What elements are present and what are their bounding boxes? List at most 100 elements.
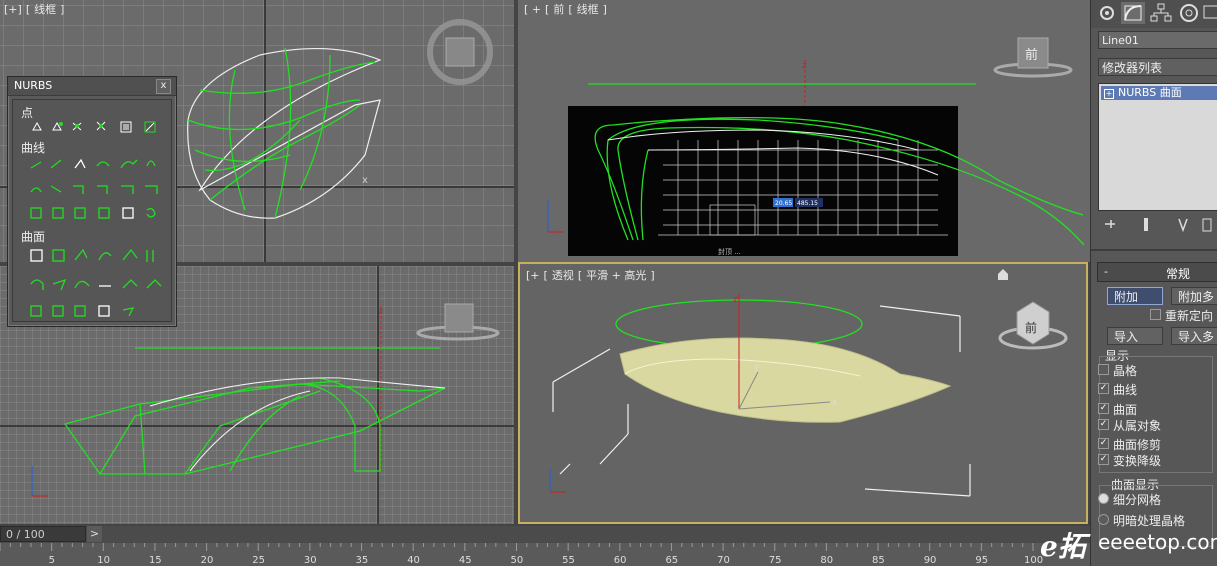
attach-button[interactable]: 附加 [1107, 287, 1163, 305]
vector-projected-icon [52, 207, 64, 219]
u-iso-curve-icon [121, 185, 134, 194]
checkbox-surfaces[interactable]: ✓ 曲面 [1098, 401, 1137, 418]
timeline-tick-label: 70 [717, 555, 730, 566]
multicurve-trim-icon [98, 305, 110, 317]
command-panel: Line01 修改器列表 + NURBS 曲面 - 常规 附加 附加多 重新定向 … [1090, 0, 1217, 566]
transform-surface-icon [74, 248, 88, 261]
multisided-blend-icon [74, 305, 86, 317]
cv-curve-icon [30, 161, 42, 169]
persp-axis-z: z [733, 295, 738, 305]
transform-curve-icon [96, 161, 110, 167]
pin-stack-icon[interactable] [1105, 220, 1115, 228]
point-icon[interactable] [32, 121, 42, 131]
next-frame-button[interactable]: > [87, 526, 102, 542]
ref-tag-b-text: 485.15 [797, 200, 818, 207]
viewport-perspective-label[interactable]: [+[透视[平滑 + 高光] [526, 267, 659, 283]
checkbox-curves[interactable]: ✓ 曲线 [1098, 381, 1137, 398]
close-button[interactable]: x [156, 79, 171, 94]
viewport-front[interactable]: z 20.65 485.15 封顶 ... 前 [+ [前 [线框] [518, 0, 1090, 262]
viewcube-front-label: 前 [1025, 47, 1038, 63]
fit-curve-icon [74, 158, 86, 169]
extrude-surface-icon [30, 279, 44, 290]
viewport-top-label[interactable]: [+][线框] [4, 1, 68, 17]
viewport-front-label[interactable]: [ +[前[线框] [524, 1, 611, 17]
vp-menu-bracket: [ [25, 3, 31, 16]
normal-projected-icon [30, 207, 42, 219]
rollout-general-header[interactable]: - 常规 [1097, 262, 1217, 282]
timeline-tick-label: 95 [975, 555, 988, 566]
vp-menu-bracket: [ [545, 3, 550, 16]
display-tab-icon[interactable] [1201, 2, 1217, 24]
mirror-surface-icon [146, 250, 154, 262]
modifier-list-dropdown[interactable]: 修改器列表 [1098, 58, 1217, 76]
vp-menu-plus[interactable]: [+ [526, 269, 540, 282]
surf-curve-point-icon[interactable] [144, 121, 156, 133]
vp-shading-label[interactable]: 线框 [577, 3, 599, 16]
front-axis-z: z [802, 61, 807, 71]
surf-point-icon[interactable] [120, 121, 132, 133]
checkbox-box [1098, 364, 1109, 375]
viewcube-front[interactable]: 前 [993, 37, 1073, 78]
motion-tab-icon[interactable] [1177, 2, 1201, 24]
expand-icon[interactable]: + [1104, 89, 1114, 99]
reorient-checkbox[interactable]: 重新定向 [1150, 307, 1213, 324]
make-unique-icon[interactable] [1178, 218, 1188, 233]
cv-on-surf-icon [74, 207, 86, 219]
surf-offset-curve-icon [122, 207, 134, 219]
hierarchy-tab-icon[interactable] [1149, 2, 1173, 24]
radio-tessellated-mesh[interactable]: 细分网格 [1098, 491, 1161, 508]
stack-item-label: NURBS 曲面 [1118, 86, 1182, 99]
time-slider[interactable]: 0 / 100 [0, 526, 86, 542]
vp-view-label[interactable]: 前 [553, 3, 564, 16]
nurbs-toolbox[interactable]: NURBS x 点 曲线 曲面 [7, 76, 177, 327]
home-icon[interactable] [998, 269, 1008, 280]
stack-item-nurbs-surface[interactable]: + NURBS 曲面 [1101, 86, 1217, 100]
vp-menu-bracket: [ [543, 269, 548, 282]
show-end-result-icon[interactable] [1144, 218, 1148, 231]
checkbox-dependents[interactable]: ✓ 从属对象 [1098, 417, 1161, 434]
uv-loft-surface-icon [146, 279, 162, 289]
blend-curve-icon [120, 159, 138, 169]
checkmark-icon: ✓ [1098, 454, 1109, 465]
curve-point-icon[interactable] [72, 122, 82, 131]
vp-shading-label[interactable]: 平滑 + 高光 [586, 269, 646, 282]
vp-menu-plus[interactable]: [ + [524, 3, 541, 16]
nurbs-title-bar[interactable]: NURBS x [8, 77, 176, 96]
viewcube-perspective[interactable]: 前 [998, 301, 1068, 350]
persp-axis-y: y [754, 362, 760, 372]
rollout-title: 常规 [1166, 267, 1191, 281]
attach-multiple-button[interactable]: 附加多 [1171, 287, 1217, 305]
mirror-curve-icon [30, 187, 42, 193]
viewport-perspective-canvas: y x z 前 [549, 269, 1068, 497]
track-bar[interactable]: 5 10 15 20 25 30 35 40 45 50 55 60 65 70 75 80 85 90 95 100 [0, 543, 1090, 566]
offset-surface-icon [122, 248, 138, 261]
two-rail-sweep-icon [52, 305, 64, 317]
vp-menu-plus[interactable]: [+] [4, 3, 22, 16]
import-multiple-button[interactable]: 导入多 [1171, 327, 1217, 345]
rollout-collapse-icon: - [1104, 265, 1108, 278]
configure-icon[interactable] [1202, 218, 1212, 232]
timeline-tick-label: 35 [356, 555, 369, 566]
create-tab-icon[interactable] [1095, 2, 1119, 24]
offset-point-icon[interactable] [52, 121, 63, 131]
checkbox-transform-degrade[interactable]: ✓ 变换降级 [1098, 452, 1161, 469]
point-on-surf-icon [98, 207, 110, 219]
curve-curve-point-icon[interactable] [96, 121, 106, 131]
axis-x-label: x [362, 175, 368, 186]
checkbox-surface-trims[interactable]: ✓ 曲面修剪 [1098, 436, 1161, 453]
vp-view-label[interactable]: 透视 [552, 269, 574, 282]
import-button[interactable]: 导入 [1107, 327, 1163, 345]
ref-tag-a-text: 20.65 [775, 200, 792, 207]
object-name-field[interactable]: Line01 [1098, 31, 1217, 49]
timeline-tick-label: 25 [252, 555, 265, 566]
surf-surf-intersect-icon [97, 185, 108, 194]
timeline-tick-label: 10 [97, 555, 110, 566]
timeline-tick-label: 40 [407, 555, 420, 566]
checkbox-lattice[interactable]: 晶格 [1098, 362, 1137, 379]
v-iso-curve-icon [145, 185, 158, 194]
blend-surface-icon [98, 252, 112, 261]
vp-shading-label[interactable]: 线框 [34, 3, 56, 16]
modify-tab-icon[interactable] [1121, 2, 1145, 24]
viewport-perspective[interactable]: y x z 前 [+[透视[平滑 + 高光] [518, 262, 1088, 524]
vp-menu-bracket-close: ] [602, 3, 607, 16]
